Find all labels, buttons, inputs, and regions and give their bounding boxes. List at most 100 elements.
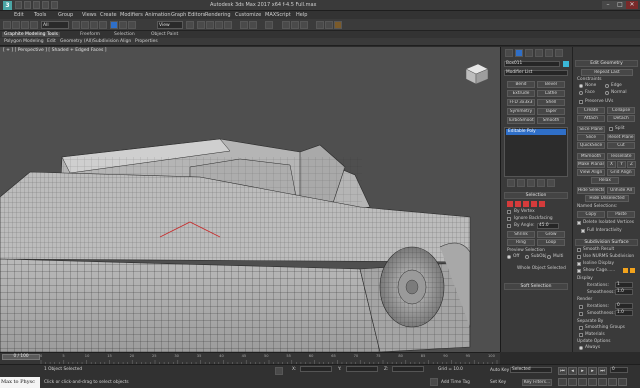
edge-mode-icon[interactable] [515, 201, 521, 207]
motion-tab-icon[interactable] [535, 49, 543, 57]
loop-button[interactable]: Loop [537, 239, 565, 246]
render-iterations-checkbox[interactable] [579, 305, 583, 309]
render-iterations-spinner[interactable]: 0 [615, 303, 633, 309]
field-of-view-icon[interactable] [588, 378, 597, 386]
tab-graphite-modeling-tools[interactable]: Graphite Modeling Tools [2, 32, 61, 37]
ignore-backfacing-checkbox[interactable] [507, 217, 511, 221]
modifier-smooth-button[interactable]: Smooth [537, 117, 565, 124]
modifier-bend-button[interactable]: Bend [507, 81, 535, 88]
make-unique-icon[interactable] [527, 179, 535, 187]
angle-snap-icon[interactable] [206, 21, 214, 29]
app-logo-icon[interactable]: 3 [3, 1, 12, 10]
stack-item-editable-poly[interactable]: Editable Poly [506, 129, 566, 135]
next-frame-icon[interactable]: ▸ [588, 367, 597, 375]
orbit-icon[interactable] [608, 378, 617, 386]
panel-properties[interactable]: Properties [135, 39, 158, 44]
collapse-button[interactable]: Collapse [607, 107, 635, 114]
soft-selection-rollout-header[interactable]: Soft Selection [504, 283, 568, 290]
open-file-icon[interactable] [24, 1, 31, 9]
time-slider[interactable]: 0 / 100 [2, 354, 40, 360]
perspective-viewport[interactable]: [ + ] [ Perspective ] [ Shaded + Edged F… [0, 47, 500, 352]
constraint-normal-radio[interactable] [605, 91, 609, 95]
modifier-ffd-button[interactable]: FFD 3x3x3 [507, 99, 535, 106]
ring-button[interactable]: Ring [507, 239, 535, 246]
selection-filter-dropdown[interactable]: All [41, 21, 69, 29]
grow-button[interactable]: Grow [537, 231, 565, 238]
object-name-field[interactable]: Box011 [504, 61, 560, 67]
auto-key-button[interactable]: Auto Key [490, 368, 509, 373]
key-filters-button[interactable]: Key Filters... [522, 379, 552, 386]
menu-group[interactable]: Group [58, 12, 73, 18]
modifier-lathe-button[interactable]: Lathe [537, 90, 565, 97]
spinner-snap-icon[interactable] [224, 21, 232, 29]
preserve-uvs-checkbox[interactable] [579, 100, 583, 104]
modifier-shell-button[interactable]: Shell [537, 99, 565, 106]
menu-animation[interactable]: Animation [145, 12, 171, 18]
redo-icon[interactable] [12, 21, 20, 29]
schematic-view-icon[interactable] [291, 21, 299, 29]
isoline-display-checkbox[interactable] [577, 262, 581, 266]
configure-sets-icon[interactable] [547, 179, 555, 187]
make-planar-button[interactable]: Make Planar [577, 161, 605, 168]
modifier-bevel-button[interactable]: Bevel [537, 81, 565, 88]
cut-button[interactable]: Cut [607, 142, 635, 149]
planar-x-button[interactable]: X [607, 161, 616, 168]
angle-spinner[interactable]: 45.0 [537, 223, 559, 229]
y-coord-field[interactable] [346, 366, 378, 372]
modifier-taper-button[interactable]: Taper [537, 108, 565, 115]
border-mode-icon[interactable] [523, 201, 529, 207]
z-coord-field[interactable] [392, 366, 424, 372]
create-tab-icon[interactable] [505, 49, 513, 57]
rectangular-selection-icon[interactable] [90, 21, 98, 29]
key-selection-dropdown[interactable]: Selected [510, 367, 552, 373]
show-cage-checkbox[interactable] [577, 269, 581, 273]
curve-editor-icon[interactable] [282, 21, 290, 29]
tessellate-button[interactable]: Tessellate [607, 153, 635, 160]
edit-geometry-header[interactable]: Edit Geometry [575, 60, 638, 67]
display-tab-icon[interactable] [545, 49, 553, 57]
modifier-extrude-button[interactable]: Extrude [507, 90, 535, 97]
mirror-icon[interactable] [240, 21, 248, 29]
menu-views[interactable]: Views [82, 12, 96, 18]
planar-z-button[interactable]: Z [627, 161, 636, 168]
panel-align[interactable]: Align [120, 39, 131, 44]
hide-unselected-button[interactable]: Hide Unselected [585, 195, 629, 202]
pivot-center-icon[interactable] [186, 21, 194, 29]
play-icon[interactable]: ▸ [578, 367, 587, 375]
pin-stack-icon[interactable] [507, 179, 515, 187]
pan-view-icon[interactable] [598, 378, 607, 386]
object-color-swatch[interactable] [563, 61, 569, 67]
lock-selection-icon[interactable] [275, 367, 283, 375]
by-vertex-checkbox[interactable] [507, 210, 511, 214]
save-file-icon[interactable] [33, 1, 40, 9]
remove-modifier-icon[interactable] [537, 179, 545, 187]
full-interactivity-checkbox[interactable] [581, 229, 585, 233]
paste-button[interactable]: Paste [607, 211, 635, 218]
modifier-turbosmooth-button[interactable]: TurboSmooth [507, 117, 535, 124]
attach-button[interactable]: Attach [577, 115, 605, 122]
x-coord-field[interactable] [300, 366, 332, 372]
planar-y-button[interactable]: Y [617, 161, 626, 168]
modifier-list-dropdown[interactable]: Modifier List [504, 70, 568, 76]
repeat-last-button[interactable]: Repeat Last [581, 69, 633, 76]
menu-help[interactable]: Help [296, 12, 307, 18]
iterations-spinner[interactable]: 1 [615, 282, 633, 288]
select-scale-icon[interactable] [128, 21, 136, 29]
render-setup-icon[interactable] [316, 21, 324, 29]
panel-subdivision[interactable]: Subdivision [93, 39, 119, 44]
constraint-none-radio[interactable] [579, 84, 583, 88]
preview-off-radio[interactable] [507, 255, 511, 259]
menu-graph-editors[interactable]: Graph Editors [171, 12, 205, 18]
slice-plane-button[interactable]: Slice Plane [577, 126, 605, 133]
material-editor-icon[interactable] [300, 21, 308, 29]
maximize-button[interactable]: □ [614, 1, 626, 9]
render-production-icon[interactable] [334, 21, 342, 29]
current-frame-field[interactable]: 0 [610, 367, 628, 373]
set-key-button[interactable]: Set Key [490, 380, 506, 385]
timeline[interactable]: 0 / 100 0 5 10 15 20 25 30 35 40 45 50 55 60 65 70 75 80… [0, 352, 500, 364]
preview-multi-radio[interactable] [547, 255, 551, 259]
minimize-button[interactable]: – [602, 1, 614, 9]
menu-maxscript[interactable]: MAXScript [265, 12, 291, 18]
layer-manager-icon[interactable] [265, 21, 273, 29]
create-button[interactable]: Create [577, 107, 605, 114]
